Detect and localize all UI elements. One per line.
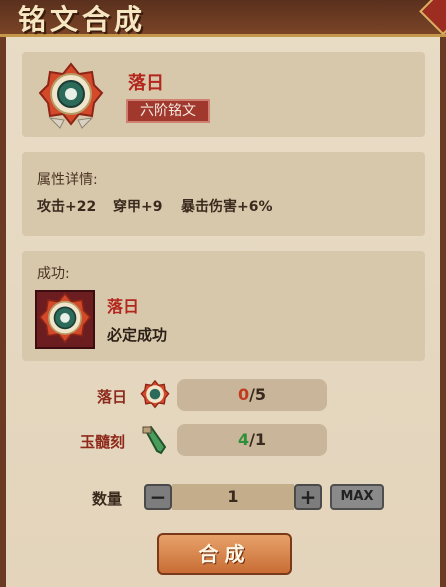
- quantity-input[interactable]: 1: [172, 484, 294, 510]
- rune-icon: [38, 292, 92, 344]
- success-header: 成功:: [37, 266, 70, 282]
- craft-button[interactable]: 合成: [157, 533, 292, 575]
- increase-button[interactable]: +: [294, 484, 322, 510]
- quantity-label: 数量: [92, 490, 123, 508]
- stat-crit-damage: 暴击伤害+6%: [181, 199, 273, 215]
- need-count: 5: [254, 385, 267, 404]
- result-note: 必定成功: [107, 326, 168, 344]
- tier-badge: 六阶铭文: [126, 99, 210, 123]
- stat-attack: 攻击+22: [37, 199, 97, 215]
- result-slot[interactable]: [35, 290, 95, 349]
- requirement-count: 0/5: [177, 379, 327, 411]
- rune-name: 落日: [128, 73, 164, 94]
- requirement-label: 落日: [97, 388, 128, 406]
- have-count: 0: [237, 385, 250, 404]
- requirement-label: 玉髓刻: [80, 433, 126, 451]
- close-icon[interactable]: [419, 0, 446, 36]
- stat-armor-pen: 穿甲+9: [113, 199, 163, 215]
- max-button[interactable]: MAX: [330, 484, 384, 510]
- attributes-header: 属性详情:: [37, 172, 98, 188]
- need-count: 1: [254, 430, 267, 449]
- attributes-panel: [22, 152, 425, 236]
- title-bar: 铭文合成: [0, 0, 446, 37]
- result-name: 落日: [107, 297, 140, 316]
- rune-icon: [140, 379, 170, 414]
- window-title: 铭文合成: [18, 3, 147, 36]
- requirement-count: 4/1: [177, 424, 327, 456]
- have-count: 4: [237, 430, 250, 449]
- rune-icon: [38, 62, 104, 130]
- decrease-button[interactable]: −: [144, 484, 172, 510]
- jade-carving-icon: [141, 425, 169, 459]
